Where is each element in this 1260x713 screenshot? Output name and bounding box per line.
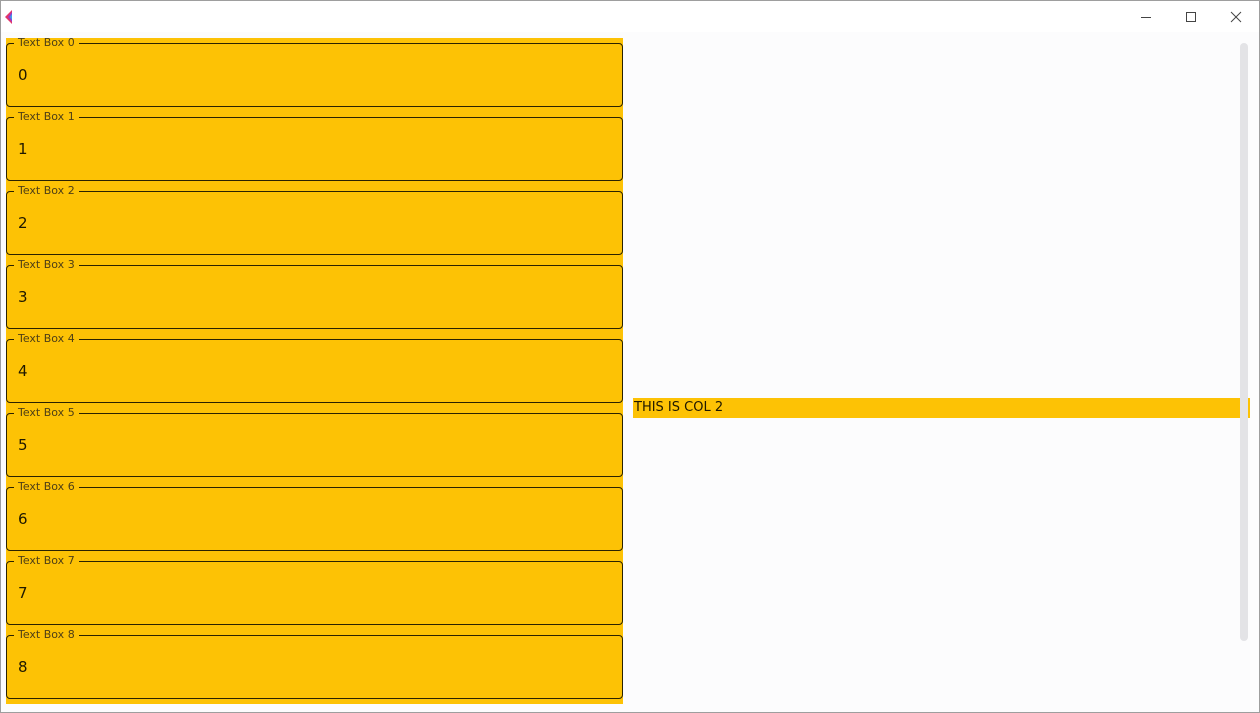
- text-box-label: Text Box 6: [14, 480, 79, 494]
- app-logo-icon: [5, 9, 19, 24]
- column-2: THIS IS COL 2: [633, 398, 1250, 418]
- text-box-value[interactable]: 2: [18, 214, 28, 232]
- maximize-icon: [1186, 11, 1196, 22]
- text-box-label: Text Box 7: [14, 554, 79, 568]
- text-box-4[interactable]: Text Box 4 4: [6, 332, 623, 403]
- text-box-value[interactable]: 1: [18, 140, 28, 158]
- text-box-2[interactable]: Text Box 2 2: [6, 184, 623, 255]
- text-box-3[interactable]: Text Box 3 3: [6, 258, 623, 329]
- text-box-label: Text Box 5: [14, 406, 79, 420]
- text-box-value[interactable]: 5: [18, 436, 28, 454]
- title-bar: [1, 1, 1259, 32]
- text-box-5[interactable]: Text Box 5 5: [6, 406, 623, 477]
- text-box-6[interactable]: Text Box 6 6: [6, 480, 623, 551]
- text-box-label: Text Box 4: [14, 332, 79, 346]
- close-icon: [1230, 11, 1242, 22]
- text-box-label: Text Box 3: [14, 258, 79, 272]
- app-window: Text Box 0 0 Text Box 1 1 Text Box 2 2 T…: [0, 0, 1260, 713]
- column-2-text: THIS IS COL 2: [634, 400, 724, 415]
- vertical-scrollbar[interactable]: [1240, 43, 1248, 641]
- text-box-value[interactable]: 4: [18, 362, 28, 380]
- text-box-value[interactable]: 0: [18, 66, 28, 84]
- text-box-1[interactable]: Text Box 1 1: [6, 110, 623, 181]
- maximize-button[interactable]: [1168, 1, 1214, 32]
- text-box-label: Text Box 8: [14, 628, 79, 642]
- text-box-value[interactable]: 7: [18, 584, 28, 602]
- text-box-label: Text Box 1: [14, 110, 79, 124]
- text-box-label: Text Box 0: [14, 38, 79, 50]
- text-box-value[interactable]: 8: [18, 658, 28, 676]
- close-button[interactable]: [1213, 1, 1259, 32]
- text-box-value[interactable]: 6: [18, 510, 28, 528]
- text-box-8[interactable]: Text Box 8 8: [6, 628, 623, 699]
- minimize-button[interactable]: [1123, 1, 1169, 32]
- text-box-label: Text Box 2: [14, 184, 79, 198]
- minimize-icon: [1141, 16, 1151, 18]
- text-box-0[interactable]: Text Box 0 0: [6, 38, 623, 107]
- text-box-value[interactable]: 3: [18, 288, 28, 306]
- column-1: Text Box 0 0 Text Box 1 1 Text Box 2 2 T…: [6, 38, 623, 704]
- text-box-7[interactable]: Text Box 7 7: [6, 554, 623, 625]
